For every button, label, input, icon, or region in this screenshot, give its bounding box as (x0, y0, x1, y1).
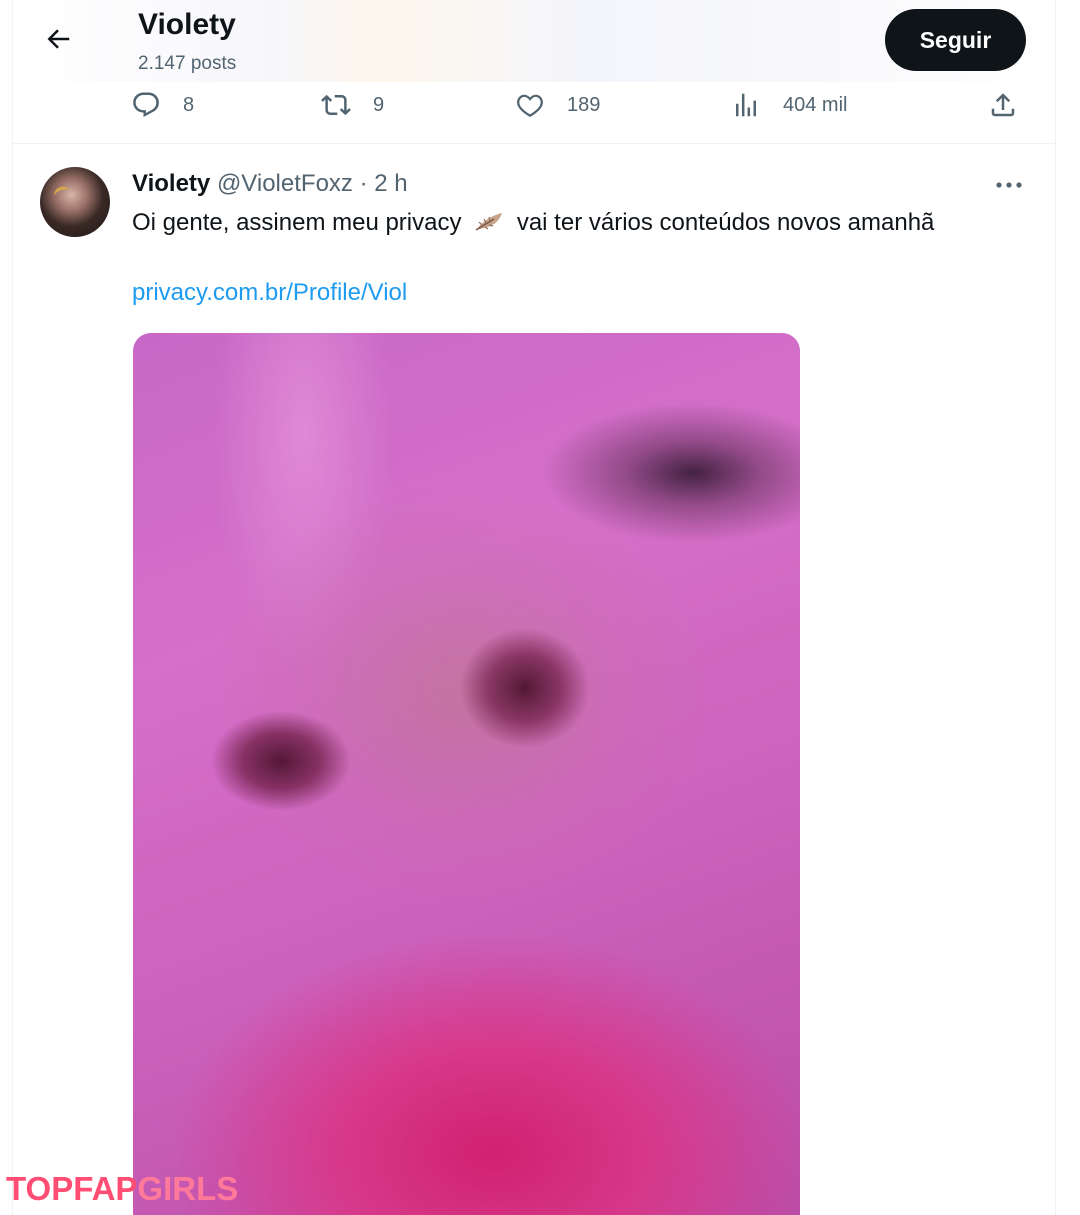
tweet-timestamp[interactable]: 2 h (374, 170, 407, 197)
meta-separator: · (359, 170, 368, 197)
timeline-column: Violety 2.147 posts Seguir 8 9 189 404 m… (12, 0, 1056, 1215)
author-name[interactable]: Violety (132, 170, 210, 197)
more-icon (996, 182, 1022, 188)
avatar[interactable] (40, 167, 110, 237)
tweet-text-part-2: vai ter vários conteúdos novos amanhã (516, 209, 935, 236)
like-button[interactable]: 189 (515, 90, 600, 120)
watermark-part-1: TOPFAP (6, 1170, 138, 1207)
share-button[interactable] (988, 90, 1018, 120)
tweet-text: Oi gente, assinem meu privacy vai ter vá… (132, 209, 934, 237)
follow-button[interactable]: Seguir (885, 9, 1026, 71)
repost-count: 9 (373, 93, 385, 116)
post-action-bar: 8 9 189 404 mil (13, 84, 1055, 144)
watermark-part-2: GIRLS (137, 1170, 239, 1207)
back-button[interactable] (39, 20, 77, 58)
profile-header: Violety 2.147 posts Seguir (13, 0, 1055, 82)
share-icon (991, 93, 1015, 117)
author-handle[interactable]: @VioletFoxz (217, 170, 353, 197)
reply-count: 8 (183, 93, 195, 116)
post-count: 2.147 posts (138, 53, 237, 74)
reply-button[interactable]: 8 (131, 90, 194, 120)
tweet-text-part-1: Oi gente, assinem meu privacy (132, 209, 462, 236)
views-icon (736, 93, 756, 117)
arrow-left-icon (47, 29, 70, 49)
tweet-meta: Violety @VioletFoxz · 2 h (132, 170, 408, 198)
repost-button[interactable]: 9 (321, 90, 384, 120)
watermark-logo: TOPFAPGIRLS (6, 1170, 238, 1208)
tweet-media-image[interactable] (133, 333, 800, 1215)
heart-icon (517, 94, 543, 117)
reply-icon (133, 92, 159, 117)
more-options-button[interactable] (991, 170, 1027, 200)
repost-icon (321, 94, 351, 116)
tweet-link[interactable]: privacy.com.br/Profile/Viol (132, 279, 407, 307)
view-count: 404 mil (783, 93, 848, 116)
profile-name-title: Violety (138, 8, 236, 41)
like-count: 189 (567, 93, 601, 116)
views-button[interactable]: 404 mil (731, 90, 847, 120)
feather-emoji-icon (475, 213, 503, 231)
